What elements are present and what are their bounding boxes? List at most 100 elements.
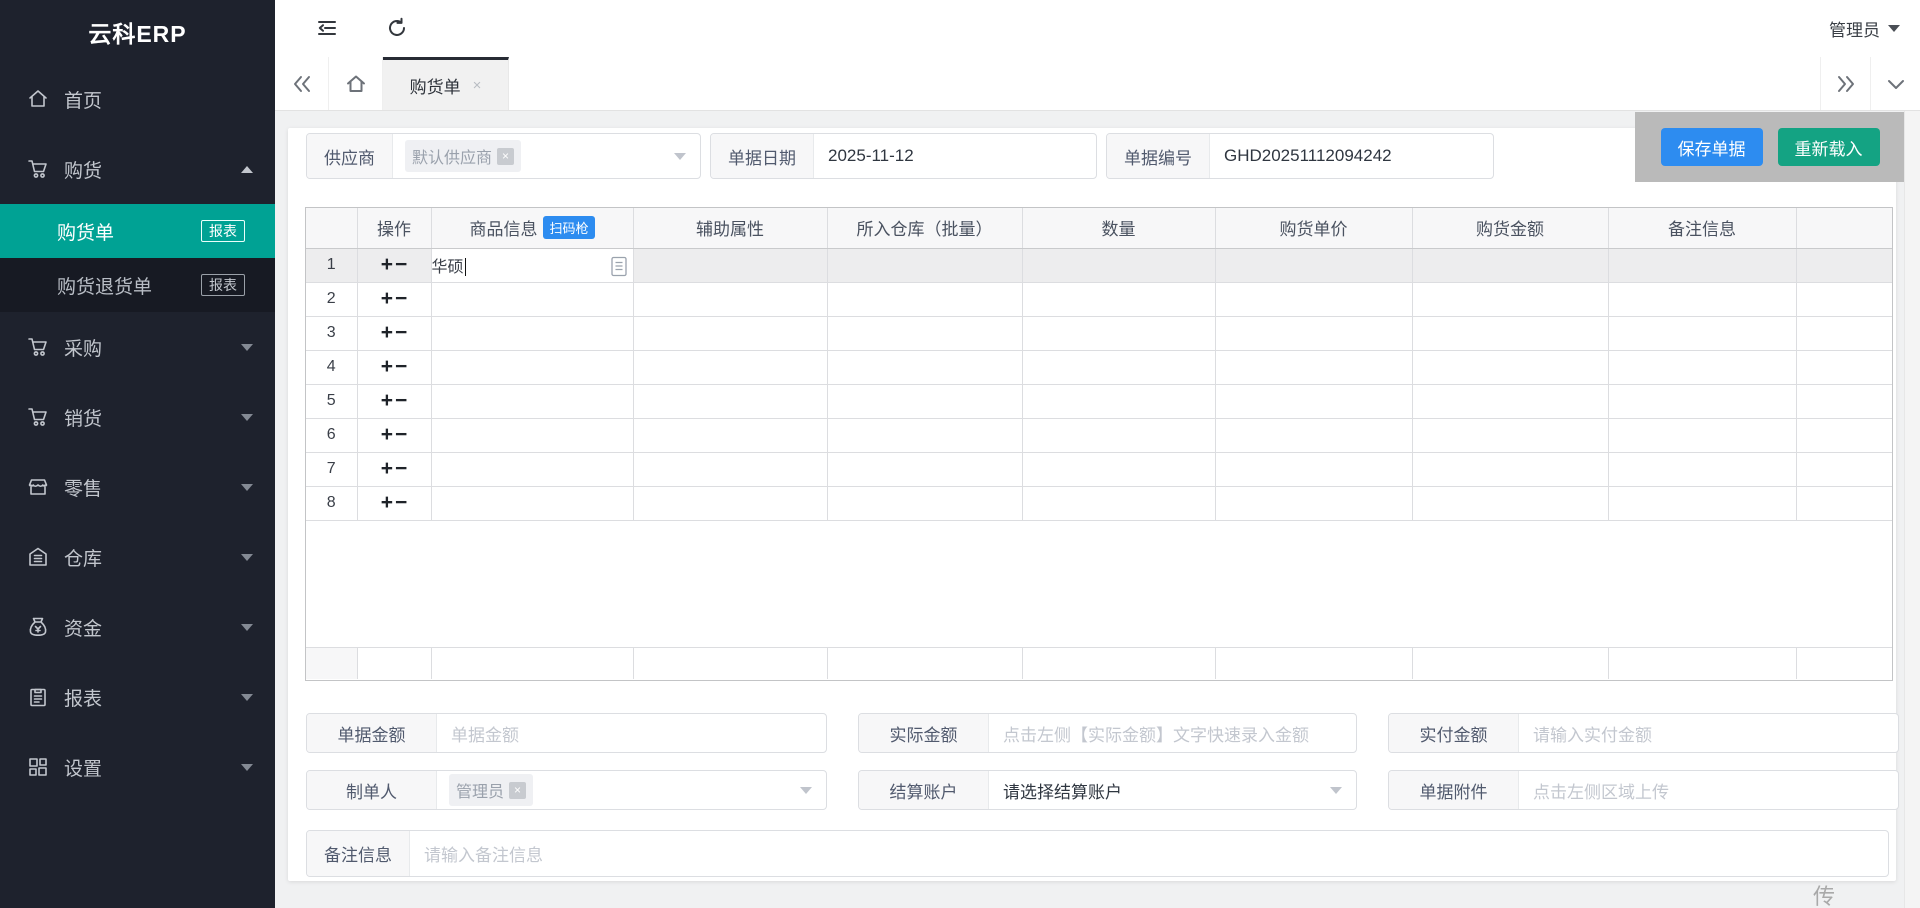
sidebar-item-sales[interactable]: 销货 <box>0 382 275 452</box>
paid-amount-input[interactable]: 请输入实付金额 <box>1519 721 1666 746</box>
report-badge[interactable]: 报表 <box>201 273 245 297</box>
barcode-scanner-badge[interactable]: 扫码枪 <box>543 216 595 240</box>
cell-qty[interactable] <box>1022 486 1216 521</box>
cell-price[interactable] <box>1215 384 1413 419</box>
save-document-button[interactable]: 保存单据 <box>1660 128 1763 166</box>
cell-attrs[interactable] <box>633 248 828 283</box>
cell-warehouse[interactable] <box>827 350 1023 385</box>
sidebar-item-purchase-order[interactable]: 购货单 报表 <box>0 204 275 258</box>
cell-warehouse[interactable] <box>827 282 1023 317</box>
product-input-cell[interactable] <box>431 486 634 521</box>
reload-button[interactable]: 重新载入 <box>1777 128 1880 166</box>
remove-supplier-tag-icon[interactable]: × <box>497 147 515 165</box>
cell-remark[interactable] <box>1608 486 1797 521</box>
cell-amount[interactable] <box>1412 452 1609 487</box>
cell-qty[interactable] <box>1022 248 1216 283</box>
tabs-scroll-left-button[interactable] <box>275 57 329 110</box>
supplier-select[interactable]: 供应商 默认供应商 × <box>306 133 701 179</box>
remark-field[interactable]: 备注信息 请输入备注信息 <box>306 830 1889 877</box>
product-input-cell[interactable] <box>431 282 634 317</box>
cell-price[interactable] <box>1215 316 1413 351</box>
cell-price[interactable] <box>1215 282 1413 317</box>
cell-warehouse[interactable] <box>827 452 1023 487</box>
product-input-cell[interactable] <box>431 452 634 487</box>
cell-amount[interactable] <box>1412 384 1609 419</box>
cell-amount[interactable] <box>1412 316 1609 351</box>
number-value[interactable]: GHD20251112094242 <box>1210 146 1406 166</box>
cell-price[interactable] <box>1215 486 1413 521</box>
sidebar-item-reports[interactable]: 报表 <box>0 662 275 732</box>
add-row-button[interactable]: + <box>380 492 394 513</box>
add-row-button[interactable]: + <box>380 322 394 343</box>
cell-price[interactable] <box>1215 248 1413 283</box>
cell-amount[interactable] <box>1412 248 1609 283</box>
refresh-icon[interactable] <box>383 14 411 42</box>
cell-remark[interactable] <box>1608 452 1797 487</box>
cell-remark[interactable] <box>1608 248 1797 283</box>
attachment-label[interactable]: 单据附件 <box>1389 771 1519 809</box>
sidebar-item-purchase[interactable]: 购货 <box>0 134 275 204</box>
remove-row-button[interactable]: − <box>394 492 408 513</box>
cell-qty[interactable] <box>1022 418 1216 453</box>
add-row-button[interactable]: + <box>380 390 394 411</box>
cell-attrs[interactable] <box>633 384 828 419</box>
cell-remark[interactable] <box>1608 418 1797 453</box>
cell-remark[interactable] <box>1608 384 1797 419</box>
report-badge[interactable]: 报表 <box>201 219 245 243</box>
cell-attrs[interactable] <box>633 486 828 521</box>
cell-warehouse[interactable] <box>827 384 1023 419</box>
remove-row-button[interactable]: − <box>394 322 408 343</box>
cell-remark[interactable] <box>1608 282 1797 317</box>
collapse-sidebar-icon[interactable] <box>313 14 341 42</box>
cell-attrs[interactable] <box>633 282 828 317</box>
remove-row-button[interactable]: − <box>394 288 408 309</box>
actual-amount-field[interactable]: 实际金额 点击左侧【实际金额】文字快速录入金额 <box>858 713 1357 753</box>
close-tab-icon[interactable]: × <box>473 77 482 94</box>
add-row-button[interactable]: + <box>380 458 394 479</box>
add-row-button[interactable]: + <box>380 356 394 377</box>
tabs-scroll-right-button[interactable] <box>1820 57 1870 110</box>
product-input-cell[interactable] <box>431 316 634 351</box>
cell-remark[interactable] <box>1608 350 1797 385</box>
vertical-scrollbar[interactable] <box>1904 111 1920 908</box>
cell-price[interactable] <box>1215 418 1413 453</box>
sidebar-item-procurement[interactable]: 采购 <box>0 312 275 382</box>
product-picker-icon[interactable] <box>610 256 628 277</box>
cell-qty[interactable] <box>1022 316 1216 351</box>
remove-row-button[interactable]: − <box>394 254 408 275</box>
cell-qty[interactable] <box>1022 452 1216 487</box>
remove-row-button[interactable]: − <box>394 356 408 377</box>
add-row-button[interactable]: + <box>380 254 394 275</box>
sidebar-item-home[interactable]: 首页 <box>0 64 275 134</box>
add-row-button[interactable]: + <box>380 424 394 445</box>
remove-maker-tag-icon[interactable]: × <box>509 781 527 799</box>
user-menu[interactable]: 管理员 <box>1829 0 1900 57</box>
sidebar-item-funds[interactable]: 资金 <box>0 592 275 662</box>
date-value[interactable]: 2025-11-12 <box>814 146 928 166</box>
cell-remark[interactable] <box>1608 316 1797 351</box>
document-number-field[interactable]: 单据编号 GHD20251112094242 <box>1106 133 1494 179</box>
add-row-button[interactable]: + <box>380 288 394 309</box>
actual-amount-input[interactable]: 点击左侧【实际金额】文字快速录入金额 <box>989 721 1323 746</box>
attachment-field[interactable]: 单据附件 点击左侧区域上传 <box>1388 770 1899 810</box>
cell-attrs[interactable] <box>633 452 828 487</box>
tabs-menu-button[interactable] <box>1870 57 1920 110</box>
product-input-cell[interactable] <box>431 350 634 385</box>
cell-price[interactable] <box>1215 350 1413 385</box>
cell-warehouse[interactable] <box>827 316 1023 351</box>
remove-row-button[interactable]: − <box>394 390 408 411</box>
cell-attrs[interactable] <box>633 316 828 351</box>
cell-amount[interactable] <box>1412 486 1609 521</box>
cell-amount[interactable] <box>1412 282 1609 317</box>
cell-qty[interactable] <box>1022 384 1216 419</box>
cell-attrs[interactable] <box>633 418 828 453</box>
sidebar-item-settings[interactable]: 设置 <box>0 732 275 802</box>
cell-warehouse[interactable] <box>827 486 1023 521</box>
product-input-cell[interactable] <box>431 418 634 453</box>
remove-row-button[interactable]: − <box>394 458 408 479</box>
tab-purchase-order[interactable]: 购货单 × <box>383 57 509 110</box>
remove-row-button[interactable]: − <box>394 424 408 445</box>
product-input-cell[interactable]: 华硕 <box>431 248 634 283</box>
settlement-account-value[interactable]: 请选择结算账户 <box>989 778 1136 803</box>
sidebar-item-retail[interactable]: 零售 <box>0 452 275 522</box>
